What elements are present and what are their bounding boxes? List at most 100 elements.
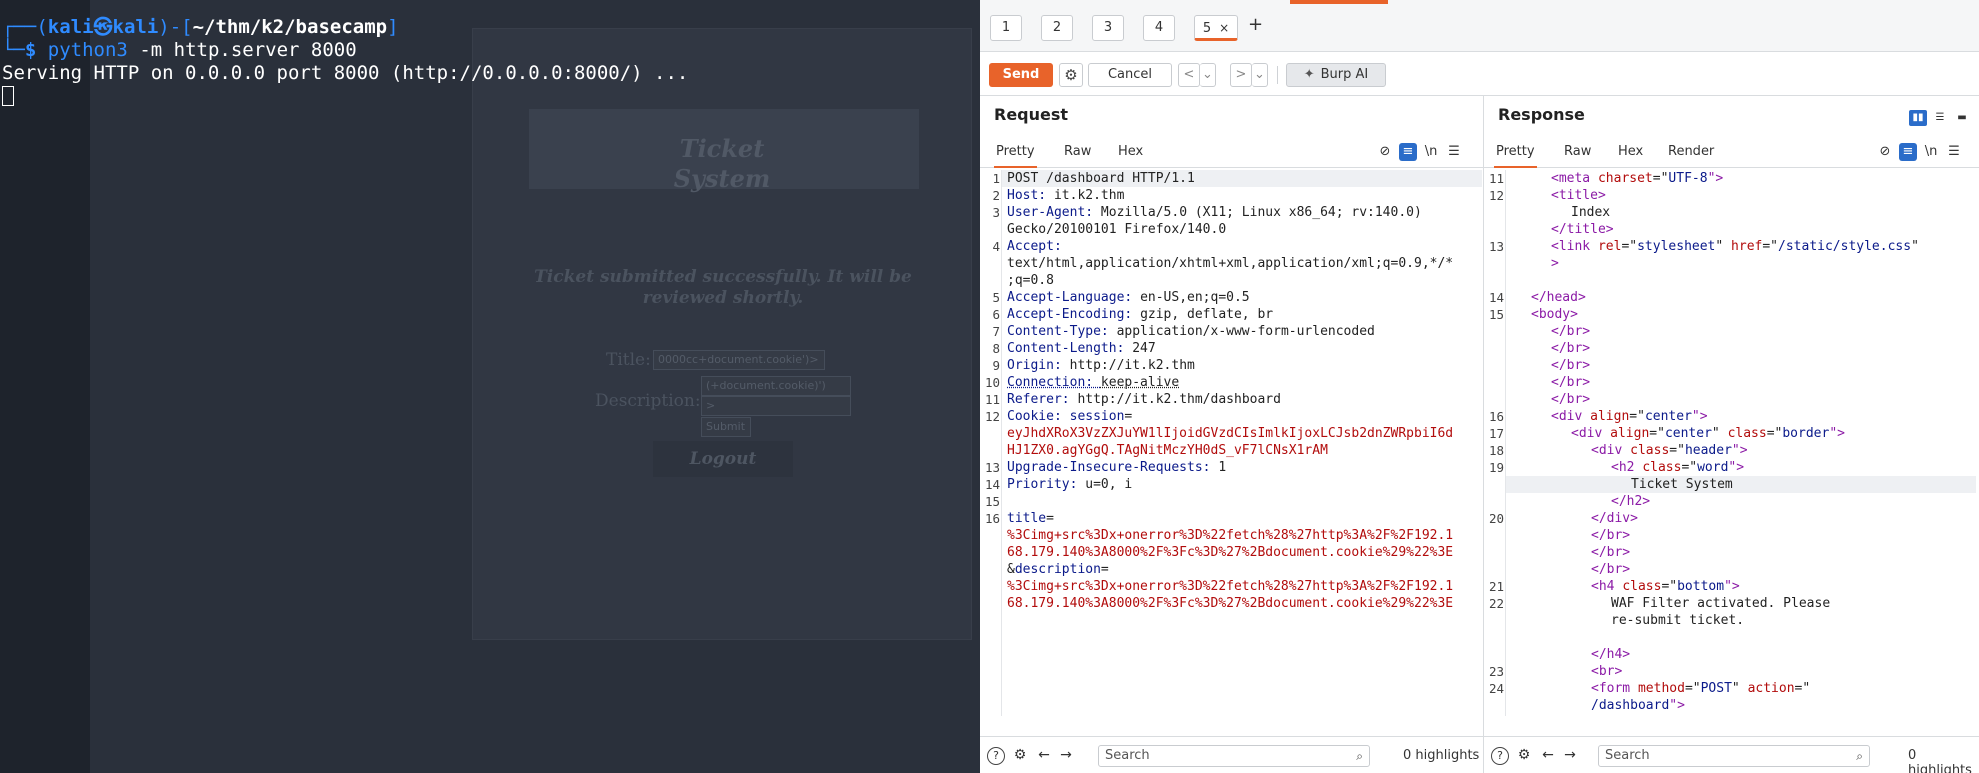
next-match-icon[interactable]: → [1056,746,1076,766]
request-tab-pretty[interactable]: Pretty [994,138,1037,168]
code-line: HJ1ZX0.agYGgQ.TAgNitMczYH0dS_vF7lCNsX1rA… [1007,442,1328,459]
code-token: <link [1551,239,1598,254]
repeater-tab-2[interactable]: 2 [1041,15,1073,41]
code-line: Gecko/20100101 Firefox/140.0 [1007,221,1226,238]
hide-nonprintable-icon[interactable]: ⊘ [1376,143,1394,161]
code-line: Upgrade-Insecure-Requests: 1 [1007,459,1226,476]
help-icon[interactable]: ? [1491,747,1509,765]
code-token: rel [1597,239,1622,254]
code-token: </br> [1591,562,1631,577]
code-line: </br> [1551,374,1590,391]
terminal-output: ┌──(kali㉿kali)-[~/thm/k2/basecamp] └─$ p… [2,16,688,108]
wrap-lines-icon[interactable]: ≡ [1899,143,1917,161]
code-token: re-submit ticket. [1611,613,1745,628]
code-line: Content-Length: 247 [1007,340,1156,357]
request-view-tabs: Pretty Raw Hex ⊘ ≡ \n ☰ [980,138,1483,168]
prompt-line-2: └─$ python3 -m http.server 8000 [2,39,357,61]
request-tab-raw[interactable]: Raw [1062,138,1093,168]
repeater-tab-5[interactable]: 5 × [1194,15,1238,41]
code-line: <div align="center"> [1551,408,1708,425]
code-token: center [1644,409,1692,424]
code-token: & [1007,562,1015,577]
request-editor[interactable]: 1 POST /dashboard HTTP/1.1 2 Host: it.k2.th… [980,170,1483,716]
code-line: </h4> [1591,646,1630,663]
request-footer: ? ⚙ ← → Search ⌕ 0 highlights [980,736,1483,773]
next-match-icon[interactable]: → [1560,746,1580,766]
settings-gear-icon[interactable]: ⚙ [1514,746,1534,766]
code-token: /static/style.css [1778,239,1912,254]
response-tab-raw[interactable]: Raw [1562,138,1593,168]
hide-nonprintable-icon[interactable]: ⊘ [1876,143,1894,161]
prompt-symbol: $ [24,39,37,61]
code-token: <label [1611,715,1666,716]
code-token: "> [1829,426,1845,441]
code-line: Referer: http://it.k2.thm/dashboard [1007,391,1281,408]
response-search-input[interactable]: Search ⌕ [1598,745,1870,767]
request-panel: Request Pretty Raw Hex ⊘ ≡ \n ☰ 1 POST /d… [980,96,1484,773]
request-search-input[interactable]: Search ⌕ [1098,745,1370,767]
code-line: <div align="center" class="border"> [1571,425,1845,442]
history-back-button[interactable]: < [1178,63,1200,87]
request-tab-hex[interactable]: Hex [1116,138,1145,168]
add-tab-button[interactable]: + [1248,14,1263,35]
previous-match-icon[interactable]: ← [1538,746,1558,766]
burp-ai-label: Burp AI [1320,67,1369,82]
repeater-tab-4[interactable]: 4 [1143,15,1175,41]
code-token: <div [1571,426,1611,441]
terminal-window[interactable]: Ticket System Ticket submitted successfu… [0,0,980,773]
line-number: 6 [992,307,1000,322]
response-editor[interactable]: 11 <meta charset="UTF-8"> 12 <title> Index </… [1484,170,1979,716]
help-icon[interactable]: ? [987,747,1005,765]
code-token: Ticket System [1631,477,1733,492]
code-token: </br> [1551,324,1591,339]
code-token: = [1124,409,1133,424]
cancel-button[interactable]: Cancel [1088,63,1172,87]
code-line: Accept: [1007,238,1062,255]
line-number: 14 [1488,290,1504,305]
code-token: POST /dashboard HTTP/1.1 [1007,171,1195,186]
code-token: class [1642,460,1682,475]
history-forward-menu-icon[interactable]: ⌄ [1252,63,1268,87]
prompt-open: ┌──( [2,16,48,38]
close-tab-icon[interactable]: × [1219,21,1229,35]
tab-label: 2 [1052,20,1062,35]
command-args: -m http.server 8000 [127,39,357,61]
repeater-tab-3[interactable]: 3 [1092,15,1124,41]
line-number: 16 [1488,409,1504,424]
line-number: 7 [992,324,1000,339]
send-button[interactable]: Send [989,63,1053,87]
burp-repeater[interactable]: 1 2 3 4 5 × + Send ⚙ Cancel < ⌄ > ⌄ ✦ Burp… [980,0,1979,773]
code-token: border [1782,426,1830,441]
terminal-cursor[interactable] [2,86,14,106]
response-panel: Response ▮▮ ☰ ▬ Pretty Raw Hex Render ⊘ ≡ … [1484,96,1979,773]
side-by-side-layout-icon[interactable]: ▮▮ [1909,110,1927,126]
tabbed-layout-icon[interactable]: ▬ [1953,110,1971,126]
history-forward-button[interactable]: > [1230,63,1252,87]
code-token: "> [1707,171,1724,186]
code-line: <form method="POST" action=" [1591,680,1810,697]
code-token: Index [1571,205,1611,220]
editor-menu-icon[interactable]: ☰ [1445,143,1463,161]
prompt-tail: └─ [2,39,25,61]
code-token: <div [1591,443,1631,458]
line-number: 13 [1488,239,1504,254]
show-newlines-icon[interactable]: \n [1422,143,1440,161]
repeater-tab-1[interactable]: 1 [990,15,1022,41]
previous-match-icon[interactable]: ← [1034,746,1054,766]
response-tab-render[interactable]: Render [1666,138,1716,168]
burp-ai-button[interactable]: ✦ Burp AI [1286,63,1386,87]
request-settings-gear-icon[interactable]: ⚙ [1059,63,1083,87]
history-back-menu-icon[interactable]: ⌄ [1200,63,1216,87]
response-tab-hex[interactable]: Hex [1616,138,1645,168]
search-placeholder: Search [1605,748,1650,763]
response-highlights-count: 0 highlights [1908,748,1972,773]
settings-gear-icon[interactable]: ⚙ [1010,746,1030,766]
wrap-lines-icon[interactable]: ≡ [1399,143,1417,161]
code-line: <h2 class="word"> [1611,459,1744,476]
code-token: > [1551,256,1559,271]
show-newlines-icon[interactable]: \n [1922,143,1940,161]
code-token: </div> [1591,511,1638,526]
response-tab-pretty[interactable]: Pretty [1494,138,1537,168]
editor-menu-icon[interactable]: ☰ [1945,143,1963,161]
stacked-layout-icon[interactable]: ☰ [1931,110,1949,126]
